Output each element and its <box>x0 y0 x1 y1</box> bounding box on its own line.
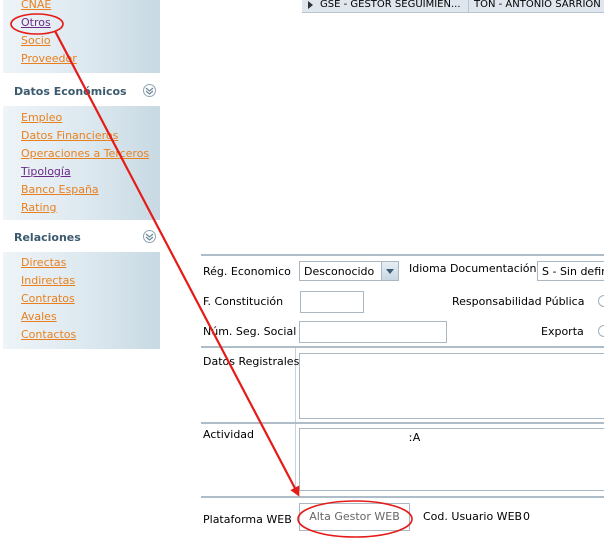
annotation-arrow <box>54 30 300 497</box>
annotation-overlay <box>10 13 413 538</box>
annotation-circle-alta-gestor <box>297 500 413 538</box>
